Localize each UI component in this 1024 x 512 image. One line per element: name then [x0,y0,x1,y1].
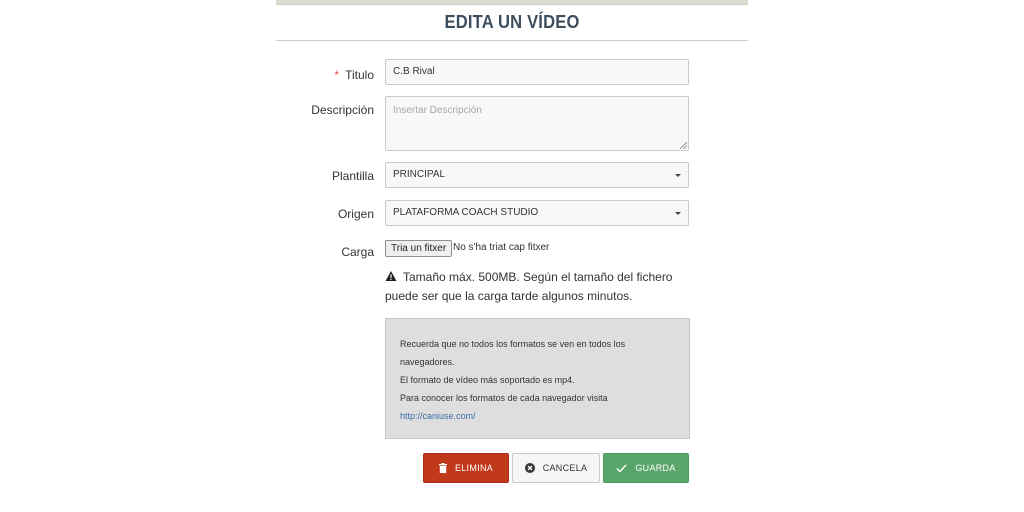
caniuse-link[interactable]: http://caniuse.com/ [400,411,476,421]
description-placeholder: Insertar Descripción [393,105,482,116]
upload-label: Carga [341,245,374,259]
save-button[interactable]: GUARDA [603,453,689,483]
upload-warning-text: Tamaño máx. 500MB. Según el tamaño del f… [385,270,673,303]
description-textarea[interactable]: Insertar Descripción [385,96,689,151]
delete-button-label: ELIMINA [454,463,494,473]
title-input-value: C.B Rival [393,66,435,77]
top-strip [276,0,748,5]
warning-triangle-icon [385,271,397,281]
info-line-3: Para conocer los formatos de cada navega… [400,393,608,403]
close-circle-icon [524,463,535,473]
title-label: * Titulo [334,68,374,82]
origin-selected-value: PLATAFORMA COACH STUDIO [393,207,539,218]
trash-icon [438,463,447,473]
modal-title: EDITA UN VÍDEO [444,12,580,32]
title-input[interactable]: C.B Rival [385,59,689,85]
upload-warning: Tamaño máx. 500MB. Según el tamaño del f… [385,268,690,306]
template-selected-value: PRINCIPAL [393,169,446,180]
template-select[interactable]: PRINCIPAL [385,162,689,188]
title-divider [276,40,748,41]
required-mark: * [334,68,340,82]
origin-select[interactable]: PLATAFORMA COACH STUDIO [385,200,689,226]
info-line-1: Recuerda que no todos los formatos se ve… [400,339,626,367]
file-status-text: No s'ha triat cap fitxer [453,242,550,253]
description-label: Descripción [311,103,374,117]
title-label-text: Titulo [345,68,374,82]
cancel-button-label: CANCELA [542,463,588,473]
info-line-2: El formato de vídeo más soportado es mp4… [400,375,575,385]
check-icon [616,464,627,473]
caret-down-icon [675,174,681,177]
cancel-button[interactable]: CANCELA [512,453,600,483]
resize-grip-icon[interactable] [680,142,687,149]
caret-down-icon [675,212,681,215]
save-button-label: GUARDA [635,463,676,473]
origin-label: Origen [337,207,374,221]
choose-file-button[interactable]: Tria un fitxer [385,240,453,257]
format-info-box: Recuerda que no todos los formatos se ve… [385,318,690,439]
delete-button[interactable]: ELIMINA [423,453,509,483]
template-label: Plantilla [331,169,374,183]
